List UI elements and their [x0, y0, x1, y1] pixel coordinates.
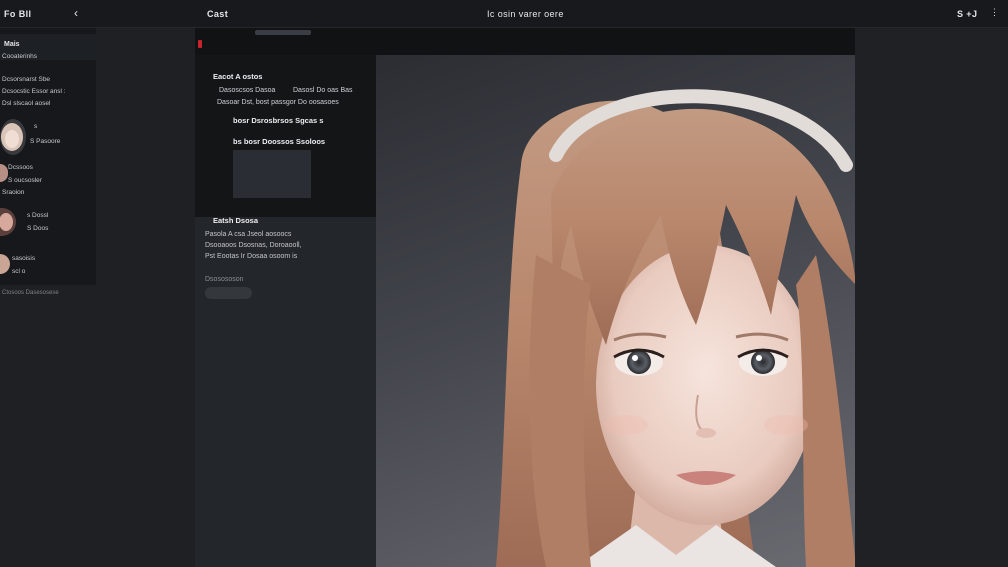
- right-panel: [855, 28, 1008, 567]
- person-name[interactable]: Sraoion: [2, 189, 24, 196]
- window-title: Ic osin varer oere: [487, 9, 564, 19]
- portrait-image: [376, 55, 855, 567]
- person-name[interactable]: s Dossl: [27, 212, 48, 219]
- menu-icon[interactable]: ⋮: [990, 7, 999, 18]
- person-name[interactable]: sasoisis: [12, 255, 35, 262]
- sidebar-title: Mais: [4, 41, 20, 48]
- person-meta: S oucsosler: [8, 177, 42, 184]
- avatar[interactable]: [0, 164, 8, 182]
- top-bar: Fo Bll ‹ Cast Ic osin varer oere S +J ⋮: [0, 0, 1008, 28]
- sidebar-line: Dcsorsnarst Sbe: [2, 76, 51, 83]
- person-meta: scl o: [12, 268, 26, 275]
- avatar[interactable]: [0, 254, 10, 274]
- details-label: Dsosososon: [205, 276, 244, 283]
- person-name[interactable]: s: [34, 123, 37, 130]
- person-meta: S Pasoore: [30, 138, 61, 145]
- card-text: Dasosl Do oas Bas: [293, 87, 353, 94]
- person-meta: S Doos: [27, 225, 49, 232]
- person-name[interactable]: Dcssoos: [8, 164, 33, 171]
- record-indicator: [198, 40, 202, 48]
- details-text: Dsooaoos Dsosnas, Doroaooll,: [205, 242, 302, 249]
- avatar[interactable]: [0, 208, 16, 236]
- details-text: Pst Eootas Ir Dosaa osoom is: [205, 253, 298, 260]
- scroll-handle[interactable]: [255, 30, 311, 35]
- info-card: Eacot A ostos Dasoscsos Dasoa Dasosl Do …: [195, 55, 376, 225]
- card-text: Dasoscsos Dasoa: [219, 87, 276, 94]
- details-text: Pasola A csa Jseol aosoocs: [205, 231, 292, 238]
- left-sidebar: Mais Cooaterinhs Dcsorsnarst Sbe Dcsocst…: [0, 28, 96, 285]
- image-thumbnail[interactable]: [233, 150, 311, 198]
- action-button[interactable]: [205, 287, 252, 299]
- chevron-left-icon[interactable]: ‹: [74, 6, 78, 20]
- card-text: Dasoar Dst, bost passgor Do oosasoes: [217, 99, 339, 106]
- main-content: Eacot A ostos Dasoscsos Dasoa Dasosl Do …: [195, 28, 855, 567]
- card-heading: bs bosr Doossos Ssoloos: [233, 137, 326, 146]
- sidebar-footer[interactable]: Ctosoos Dasesosese: [2, 290, 59, 296]
- card-link[interactable]: Eatsh Dsosa: [213, 216, 258, 225]
- app-label: Fo Bll: [4, 9, 32, 19]
- card-heading: bosr Dsrosbrsos Sgcas s: [233, 116, 324, 125]
- content-header: [195, 28, 855, 55]
- card-title: Eacot A ostos: [213, 72, 263, 81]
- back-link[interactable]: Cast: [207, 9, 228, 19]
- sidebar-line: Dsl slscaol aosel: [2, 100, 51, 107]
- avatar[interactable]: [0, 119, 26, 155]
- sidebar-line: Dcsocstic Essor ansl :: [2, 88, 66, 95]
- toolbar-actions[interactable]: S +J: [957, 9, 977, 19]
- sidebar-line: Cooaterinhs: [2, 53, 38, 60]
